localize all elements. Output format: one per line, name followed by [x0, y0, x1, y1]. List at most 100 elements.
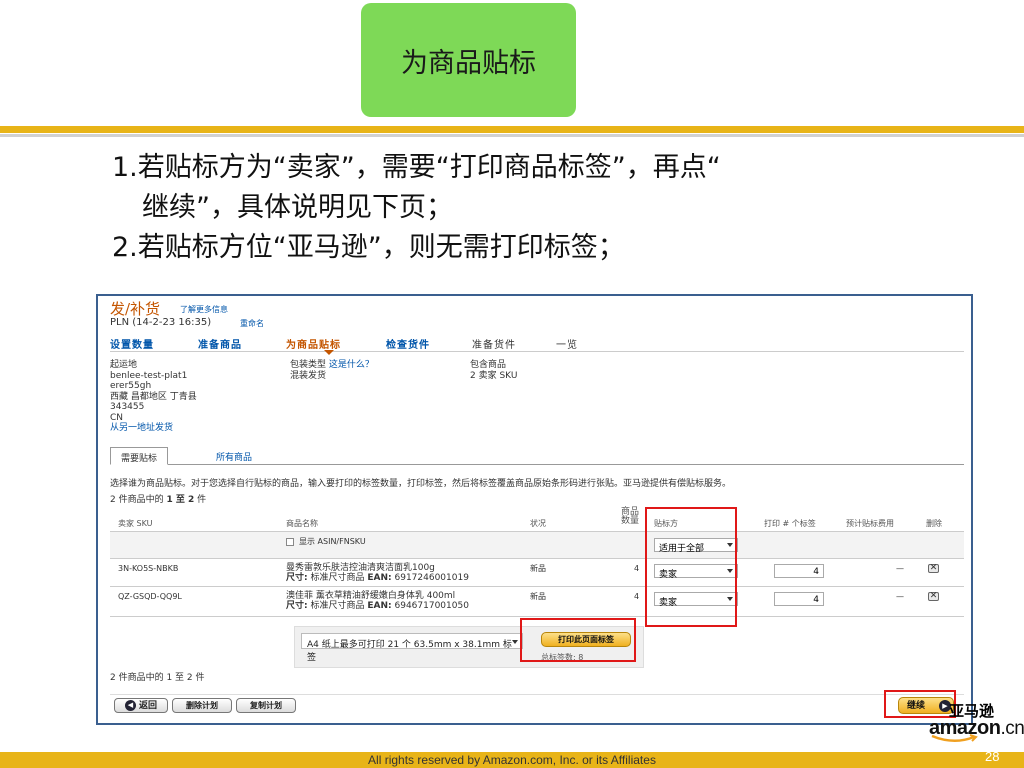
ship-from-label: 起运地: [110, 360, 138, 370]
tab-all-products[interactable]: 所有商品: [206, 447, 262, 465]
footer-copyright: All rights reserved by Amazon.com, Inc. …: [368, 753, 656, 767]
col-header-quantity-line-2: 数量: [620, 516, 639, 526]
packing-type-label: 包装类型: [290, 360, 327, 370]
row-1-print-quantity-input[interactable]: 4: [774, 564, 824, 578]
back-button[interactable]: ◀ 返回: [114, 698, 168, 713]
col-header-condition: 状况: [530, 519, 546, 528]
step-summary: 一览: [556, 340, 578, 351]
step-prepare-products[interactable]: 准备商品: [198, 336, 242, 351]
row-2-ean: 6946717001050: [394, 601, 469, 611]
table-divider: [110, 558, 964, 559]
step-prepare-shipment: 准备货件: [472, 340, 516, 351]
ship-from-line: erer55gh: [110, 381, 152, 391]
print-button-highlight: [520, 618, 636, 662]
row-2-product: 澳佳菲 薰衣草精油舒缓嫩白身体乳 400ml 尺寸: 标准尺寸商品 EAN: 6…: [286, 591, 469, 611]
close-icon: ✕: [929, 563, 938, 573]
seller-central-screenshot: 发/补货 了解更多信息 PLN (14-2-23 16:35) 重命名 设置数量…: [96, 294, 973, 725]
labeling-table: 卖家 SKU 商品名称 状况 商品 数量 贴标方 打印 # 个标签 预计贴标费用…: [110, 506, 964, 624]
what-is-this-link[interactable]: 这是什么？: [329, 360, 374, 370]
row-1-size-label: 尺寸:: [286, 573, 308, 583]
col-header-labeling-fee: 预计贴标费用: [846, 519, 894, 528]
item-count-prefix: 2 件商品中的: [110, 495, 164, 505]
ship-from-block: 起运地 benlee-test-plat1 erer55gh 西藏 昌都地区 丁…: [110, 360, 197, 434]
label-paper-select-value: A4 纸上最多可打印 21 个 63.5mm x 38.1mm 标签: [307, 640, 512, 663]
item-count-range: 1 至 2: [166, 495, 195, 505]
close-icon: ✕: [929, 591, 938, 601]
packing-type-value: 混装发货: [290, 370, 327, 381]
ship-from-line: 西藏 昌都地区 丁青县: [110, 391, 197, 402]
bullet-list: 1.若贴标方为“卖家”，需要“打印商品标签”，再点“ 继续”，具体说明见下页； …: [112, 148, 992, 268]
table-divider: [110, 616, 964, 617]
bullet-1-line-1: 1.若贴标方为“卖家”，需要“打印商品标签”，再点“: [112, 152, 721, 183]
active-step-indicator: [324, 350, 334, 355]
plan-name: PLN (14-2-23 16:35): [110, 317, 212, 328]
slide-title: 为商品贴标: [401, 47, 536, 79]
label-paper-select[interactable]: A4 纸上最多可打印 21 个 63.5mm x 38.1mm 标签: [301, 633, 523, 663]
item-count-bottom: 2 件商品中的 1 至 2 件: [110, 673, 205, 683]
col-header-product-name: 商品名称: [286, 519, 318, 528]
table-divider: [110, 586, 964, 587]
copy-plan-button[interactable]: 复制计划: [236, 698, 296, 713]
show-asin-label: 显示 ASIN/FNSKU: [299, 537, 366, 546]
item-count-suffix: 件: [197, 495, 207, 505]
chevron-down-icon: [512, 640, 518, 644]
back-button-label: 返回: [138, 701, 157, 711]
contents-label: 包含商品: [470, 360, 507, 370]
labeling-description: 选择谁为商品贴标。对于您选择自行贴标的商品，输入要打印的标签数量，打印标签，然后…: [110, 479, 732, 489]
labeler-column-highlight: [645, 507, 737, 627]
row-2-quantity: 4: [634, 592, 640, 601]
learn-more-link[interactable]: 了解更多信息: [180, 304, 228, 315]
slide-title-box: 为商品贴标: [361, 3, 576, 117]
row-2-size-label: 尺寸:: [286, 601, 308, 611]
page-number: 28: [985, 749, 1000, 764]
col-header-quantity: 商品 数量: [618, 508, 642, 526]
action-bar-divider: [110, 694, 964, 695]
amazon-logo-suffix: .cn: [1000, 718, 1024, 739]
row-2-size: 标准尺寸商品: [310, 601, 365, 611]
row-1-sku: 3N-KO5S-NBKB: [118, 564, 179, 573]
step-label-products[interactable]: 为商品贴标: [286, 336, 341, 351]
tab-needs-labeling[interactable]: 需要贴标: [110, 447, 169, 465]
row-1-size: 标准尺寸商品: [310, 573, 365, 583]
show-asin-checkbox[interactable]: [286, 538, 294, 546]
row-2-product-name: 澳佳菲 薰衣草精油舒缓嫩白身体乳 400ml: [286, 591, 456, 601]
row-1-condition: 新品: [530, 564, 546, 573]
page-title: 发/补货: [110, 300, 161, 318]
item-count-top: 2 件商品中的 1 至 2 件: [110, 492, 206, 505]
row-1-remove-button[interactable]: ✕: [928, 564, 939, 573]
row-2-remove-button[interactable]: ✕: [928, 592, 939, 601]
row-2-fee: —: [896, 592, 904, 601]
row-2-print-quantity: 4: [813, 595, 819, 605]
title-divider: [0, 126, 1024, 133]
continue-button-highlight: [884, 690, 956, 718]
ship-from-line: CN: [110, 412, 124, 423]
row-1-product-name: 曼秀雷敦乐肤洁控油清爽洁面乳100g: [286, 563, 435, 573]
row-1-product: 曼秀雷敦乐肤洁控油清爽洁面乳100g 尺寸: 标准尺寸商品 EAN: 69172…: [286, 563, 469, 583]
arrow-left-icon: ◀: [124, 700, 136, 711]
packing-type-block: 包装类型 这是什么？ 混装发货: [290, 360, 374, 381]
col-header-print-labels: 打印 # 个标签: [764, 519, 816, 528]
product-tabs: 需要贴标 所有商品: [110, 447, 964, 465]
step-set-quantity[interactable]: 设置数量: [110, 336, 154, 351]
step-review-shipments[interactable]: 检查货件: [386, 336, 430, 351]
row-2-condition: 新品: [530, 592, 546, 601]
row-1-ean-label: EAN:: [367, 573, 392, 583]
col-header-sku: 卖家 SKU: [118, 519, 153, 528]
ship-from-line: benlee-test-plat1: [110, 370, 188, 381]
delete-plan-button[interactable]: 删除计划: [172, 698, 232, 713]
rename-link[interactable]: 重命名: [240, 318, 264, 329]
contents-value: 2 卖家 SKU: [470, 370, 518, 381]
row-2-ean-label: EAN:: [367, 601, 392, 611]
bullet-1-line-2: 继续”，具体说明见下页；: [142, 192, 453, 223]
ship-from-other-address-link[interactable]: 从另一地址发货: [110, 423, 197, 434]
ship-from-line: 343455: [110, 402, 145, 412]
row-2-print-quantity-input[interactable]: 4: [774, 592, 824, 606]
filter-row: [110, 532, 964, 558]
contents-block: 包含商品 2 卖家 SKU: [470, 360, 517, 381]
row-1-fee: —: [896, 564, 904, 573]
row-1-quantity: 4: [634, 564, 640, 573]
workflow-steps: 设置数量 准备商品 为商品贴标 检查货件 准备货件 一览: [110, 334, 964, 355]
amazon-smile-icon: [931, 734, 978, 742]
row-1-ean: 6917246001019: [394, 573, 469, 583]
title-divider-shadow: [0, 134, 1024, 137]
